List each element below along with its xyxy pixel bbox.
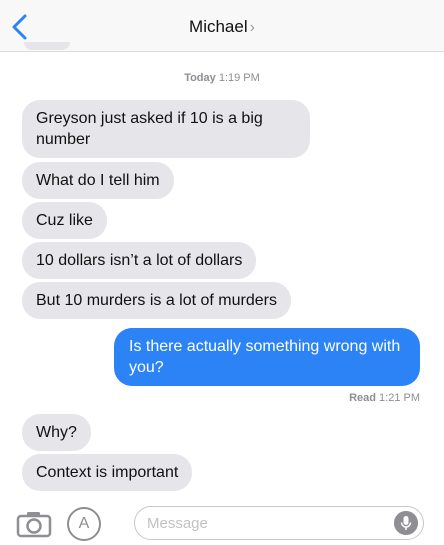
read-time: 1:21 PM — [379, 392, 420, 404]
previous-message-stub — [24, 42, 70, 50]
timestamp-day: Today — [184, 72, 216, 84]
thread-timestamp: Today 1:19 PM — [0, 72, 444, 84]
chevron-right-icon: › — [249, 19, 255, 36]
incoming-message[interactable]: Greyson just asked if 10 is a big number — [22, 100, 310, 158]
message-composer: A Message — [0, 500, 444, 545]
incoming-message[interactable]: But 10 murders is a lot of murders — [22, 282, 291, 319]
outgoing-message[interactable]: Is there actually something wrong with y… — [114, 328, 420, 386]
message-input[interactable]: Message — [134, 506, 424, 540]
app-store-glyph: A — [78, 515, 90, 532]
incoming-message[interactable]: What do I tell him — [22, 162, 174, 199]
app-store-icon[interactable]: A — [67, 507, 101, 541]
contact-name: Michael — [189, 17, 248, 36]
camera-icon[interactable] — [16, 510, 52, 538]
contact-name-button[interactable]: Michael › — [0, 17, 444, 37]
read-label: Read — [349, 392, 376, 404]
incoming-message[interactable]: Cuz like — [22, 202, 107, 239]
read-receipt: Read 1:21 PM — [349, 392, 420, 404]
message-placeholder: Message — [147, 515, 208, 532]
incoming-message[interactable]: Why? — [22, 414, 91, 451]
incoming-message[interactable]: Context is important — [22, 454, 193, 491]
incoming-message[interactable]: 10 dollars isn’t a lot of dollars — [22, 242, 257, 279]
microphone-icon[interactable] — [394, 511, 418, 535]
timestamp-time: 1:19 PM — [218, 72, 260, 84]
